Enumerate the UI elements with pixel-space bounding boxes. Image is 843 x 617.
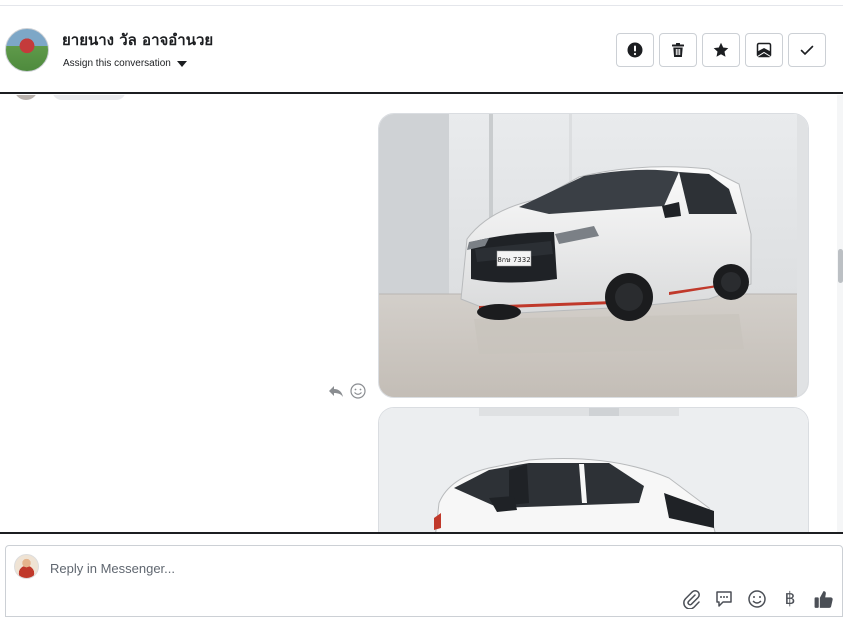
paperclip-icon[interactable] — [680, 588, 702, 610]
mark-spam-button[interactable] — [616, 33, 654, 67]
reply-icon[interactable] — [328, 383, 344, 399]
assign-conversation-dropdown[interactable]: Assign this conversation — [63, 58, 187, 69]
baht-currency-icon[interactable]: ฿ — [779, 588, 801, 610]
previous-message-bubble — [52, 95, 126, 100]
saved-reply-icon[interactable] — [713, 588, 735, 610]
license-plate: 8กษ 7332 — [497, 256, 530, 264]
star-icon — [713, 42, 729, 57]
conversation-thread[interactable]: 8กษ 7332 — [0, 95, 843, 533]
car-photo: 8กษ 7332 — [379, 114, 808, 397]
composer-tools: ฿ — [680, 588, 834, 610]
contact-avatar[interactable] — [5, 28, 49, 72]
contact-name: ยายนาง วัล อาจอำนวย — [62, 31, 214, 49]
star-button[interactable] — [702, 33, 740, 67]
message-image[interactable] — [378, 407, 809, 533]
sender-avatar — [14, 95, 38, 100]
smiley-icon[interactable] — [350, 383, 366, 399]
assign-label: Assign this conversation — [63, 58, 171, 69]
reply-input[interactable] — [50, 558, 550, 578]
delete-button[interactable] — [659, 33, 697, 67]
checkmark-icon — [800, 45, 814, 56]
reply-composer: ฿ — [5, 545, 843, 617]
emoji-icon[interactable] — [746, 588, 768, 610]
thread-divider — [0, 532, 843, 534]
envelope-icon — [756, 42, 772, 58]
thumbs-up-icon[interactable] — [812, 588, 834, 610]
scrollbar-track[interactable] — [837, 95, 843, 533]
car-photo — [379, 408, 808, 533]
trash-icon — [672, 43, 684, 57]
page-avatar — [14, 554, 39, 579]
message-tools — [328, 383, 366, 399]
scrollbar-thumb[interactable] — [838, 249, 843, 283]
exclamation-icon — [627, 42, 643, 58]
mark-unread-button[interactable] — [745, 33, 783, 67]
message-image[interactable]: 8กษ 7332 — [378, 113, 809, 398]
header-actions — [616, 33, 826, 67]
mark-done-button[interactable] — [788, 33, 826, 67]
conversation-header: ยายนาง วัล อาจอำนวย Assign this conversa… — [0, 6, 843, 94]
caret-down-icon — [176, 60, 187, 67]
